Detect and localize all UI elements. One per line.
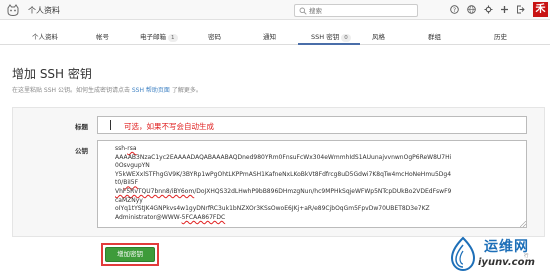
- watermark-logo-icon: [450, 236, 476, 272]
- page-title: 增加 SSH 密钥: [12, 67, 92, 81]
- key-line: oIYq1tYStJK4GNPkvs4w1gyDNrfRC3uk1bNZXOr3…: [115, 205, 430, 213]
- tab-design[interactable]: 风格: [372, 31, 385, 41]
- tab-account[interactable]: 帐号: [96, 31, 109, 41]
- title-placeholder: 可选，如果不写会自动生成: [124, 122, 214, 131]
- key-line: Y5kWEXxlSTFhgGV9K/3BYRp1wPgOhtLKPPmASH1K…: [115, 170, 452, 187]
- key-line: Administrator@WWW-5FCAA867FDC: [115, 213, 226, 221]
- globe-icon[interactable]: [467, 5, 476, 14]
- tools-icon[interactable]: [484, 5, 493, 14]
- add-key-button[interactable]: 增加密钥: [105, 247, 155, 262]
- textarea-resize-handle[interactable]: [520, 221, 526, 227]
- help-icon[interactable]: ?: [450, 5, 459, 14]
- key-line: VhF5RvTQU7bnn8/iBY6om/DoJXHQS32dLHwhP9bB…: [115, 187, 452, 204]
- watermark-text: 运维网: [484, 239, 529, 255]
- tab-groups[interactable]: 群组: [428, 31, 441, 41]
- avatar[interactable]: 禾: [533, 2, 548, 17]
- text-caret: [110, 120, 111, 130]
- tab-profile[interactable]: 个人资料: [32, 31, 58, 41]
- plus-icon[interactable]: [500, 5, 509, 14]
- tab-notifications[interactable]: 通知: [263, 31, 276, 41]
- profile-tabs: 个人资料 帐号 电子邮箱 1 密码 通知 SSH 密钥 0 风格 群组 历史: [0, 27, 550, 45]
- tab-emails[interactable]: 电子邮箱 1: [140, 31, 178, 42]
- tab-history[interactable]: 历史: [494, 31, 507, 41]
- page-label: 个人资料: [28, 6, 60, 15]
- ssh-help-hint: 在这里粘贴 SSH 公钥。如何生成密钥请点击 SSH 帮助页面 了解更多。: [12, 87, 202, 94]
- emails-count-badge: 1: [168, 34, 178, 42]
- sign-out-icon[interactable]: [516, 5, 525, 14]
- ssh-keys-count-badge: 0: [341, 34, 351, 42]
- svg-text:?: ?: [453, 7, 456, 14]
- tab-ssh-keys[interactable]: SSH 密钥 0: [311, 31, 351, 42]
- ssh-help-link[interactable]: SSH 帮助页面: [132, 87, 170, 94]
- active-tab-indicator: [298, 43, 360, 45]
- search-icon: [299, 7, 307, 15]
- top-navbar: 个人资料 ? 禾: [0, 0, 550, 20]
- watermark-url: iyunv.com: [478, 257, 535, 268]
- key-line: AAAAB3NzaC1yc2EAAAADAQABAAABAQDned980YRm…: [115, 153, 452, 170]
- search-box[interactable]: [294, 4, 418, 17]
- title-label: 标题: [75, 123, 88, 131]
- tab-password[interactable]: 密码: [208, 31, 221, 41]
- gitlab-logo-icon[interactable]: [6, 3, 20, 17]
- key-label: 公钥: [75, 147, 88, 155]
- key-value: ssh-rsa AAAAB3NzaC1yc2EAAAADAQABAAABAQDn…: [115, 145, 453, 222]
- search-input[interactable]: [309, 6, 413, 16]
- key-line: ssh-rsa: [115, 145, 137, 152]
